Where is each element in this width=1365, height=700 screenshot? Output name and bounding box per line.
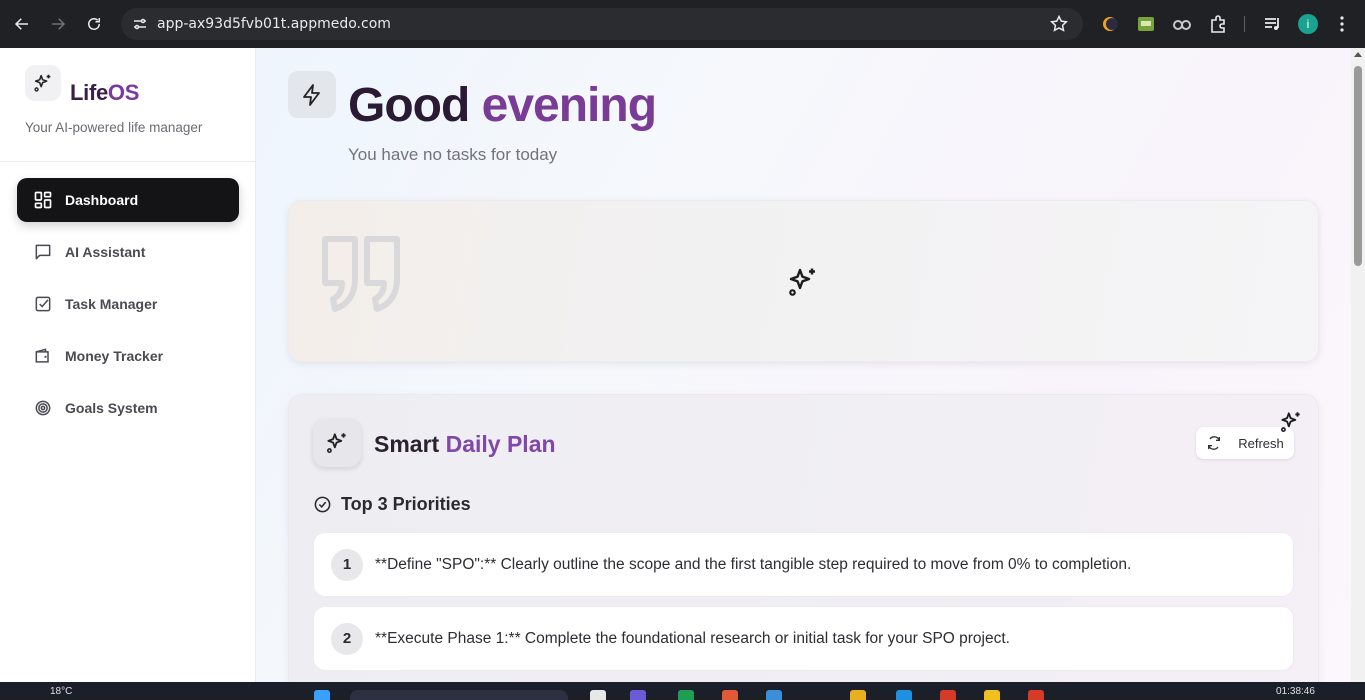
scroll-up-arrow[interactable]: [1354, 52, 1362, 57]
taskbar-app-icon[interactable]: [984, 690, 1000, 700]
sidebar-item-label: Money Tracker: [65, 348, 164, 364]
sidebar-item-label: Dashboard: [65, 192, 139, 208]
main-content: Good evening You have no tasks for today…: [256, 48, 1351, 682]
taskbar-app-icon[interactable]: [1028, 690, 1044, 700]
profile-avatar[interactable]: i: [1298, 14, 1318, 34]
arrow-right-icon: [52, 18, 66, 30]
start-icon[interactable]: [314, 690, 330, 700]
back-button[interactable]: [10, 12, 34, 36]
dashboard-icon: [34, 191, 52, 209]
sparkles-icon: [34, 74, 51, 92]
refresh-icon: [1208, 436, 1221, 450]
address-bar[interactable]: app-ax93d5fvb01t.appmedo.com: [121, 8, 1083, 40]
priority-text: **Define "SPO":** Clearly outline the sc…: [375, 555, 1132, 573]
lightning-icon: [303, 83, 320, 106]
scrollbar-thumb[interactable]: [1354, 66, 1362, 266]
sidebar-item-money-tracker[interactable]: Money Tracker: [17, 334, 239, 378]
sidebar-item-label: Goals System: [65, 400, 158, 416]
sidebar-item-dashboard[interactable]: Dashboard: [17, 178, 239, 222]
priority-item: 2 **Execute Phase 1:** Complete the foun…: [313, 606, 1294, 671]
brand-tagline: Your AI-powered life manager: [25, 120, 203, 135]
brand-name: LifeOS: [70, 80, 140, 105]
logo-badge: [25, 65, 61, 101]
extension-orange-icon[interactable]: [1100, 14, 1120, 34]
browser-menu-icon[interactable]: [1332, 14, 1352, 34]
forward-button[interactable]: [46, 12, 70, 36]
extension-green-icon[interactable]: [1136, 14, 1156, 34]
app-page: LifeOS Your AI-powered life manager Dash…: [0, 48, 1351, 682]
daily-plan-card: Smart Daily Plan Refresh Top 3 Prioritie…: [288, 394, 1319, 682]
taskbar-app-icon[interactable]: [766, 690, 782, 700]
taskbar-app-icon[interactable]: [630, 690, 646, 700]
quote-card: [288, 200, 1319, 362]
reload-button[interactable]: [82, 12, 106, 36]
sidebar-item-task-manager[interactable]: Task Manager: [17, 282, 239, 326]
refresh-label: Refresh: [1238, 435, 1284, 451]
sparkles-icon: [789, 268, 815, 296]
page-scrollbar[interactable]: [1351, 48, 1365, 682]
page-subtitle: You have no tasks for today: [348, 145, 558, 164]
check-circle-icon: [314, 496, 331, 513]
priority-number: 1: [331, 548, 363, 581]
bookmark-star-icon[interactable]: [1049, 14, 1069, 34]
site-settings-icon[interactable]: [131, 15, 149, 33]
wallet-icon: [35, 348, 49, 363]
sidebar-item-label: Task Manager: [65, 296, 158, 312]
search-box[interactable]: [350, 690, 568, 700]
header-badge: [288, 71, 336, 118]
plan-title: Smart Daily Plan: [374, 431, 556, 457]
checkbox-icon: [35, 296, 51, 312]
page-title: Good evening: [348, 79, 657, 132]
taskbar-app-icon[interactable]: [896, 690, 912, 700]
weather-widget[interactable]: 18°C: [50, 686, 72, 697]
priority-text: **Execute Phase 1:** Complete the founda…: [375, 629, 1010, 647]
media-controls-icon[interactable]: [1262, 14, 1282, 34]
quote-mark-icon: [322, 236, 400, 312]
sidebar-item-ai-assistant[interactable]: AI Assistant: [17, 230, 239, 274]
extensions-puzzle-icon[interactable]: [1208, 14, 1228, 34]
priorities-heading: Top 3 Priorities: [313, 494, 471, 515]
browser-toolbar: app-ax93d5fvb01t.appmedo.com i: [0, 0, 1365, 48]
reload-icon: [88, 18, 100, 30]
priority-number: 2: [331, 622, 363, 655]
priority-item: 1 **Define "SPO":** Clearly outline the …: [313, 532, 1294, 597]
sidebar: LifeOS Your AI-powered life manager Dash…: [0, 48, 256, 682]
os-taskbar: 18°C 01:38:46: [0, 682, 1365, 700]
clock[interactable]: 01:38:46: [1276, 686, 1315, 697]
sparkles-icon: [326, 433, 346, 454]
sidebar-divider: [0, 161, 255, 162]
target-icon: [35, 400, 51, 416]
plan-badge: [313, 419, 361, 467]
sidebar-item-goals-system[interactable]: Goals System: [17, 386, 239, 430]
extension-glasses-icon[interactable]: [1172, 14, 1192, 34]
taskbar-app-icon[interactable]: [722, 690, 738, 700]
url-text: app-ax93d5fvb01t.appmedo.com: [157, 16, 391, 32]
taskbar-app-icon[interactable]: [940, 690, 956, 700]
taskbar-app-icon[interactable]: [590, 690, 606, 700]
toolbar-divider: [1244, 16, 1245, 32]
arrow-left-icon: [14, 18, 28, 30]
taskbar-app-icon[interactable]: [850, 690, 866, 700]
chat-icon: [35, 244, 51, 260]
sidebar-item-label: AI Assistant: [65, 244, 146, 260]
taskbar-app-icon[interactable]: [678, 690, 694, 700]
sparkles-icon: [1280, 412, 1300, 433]
